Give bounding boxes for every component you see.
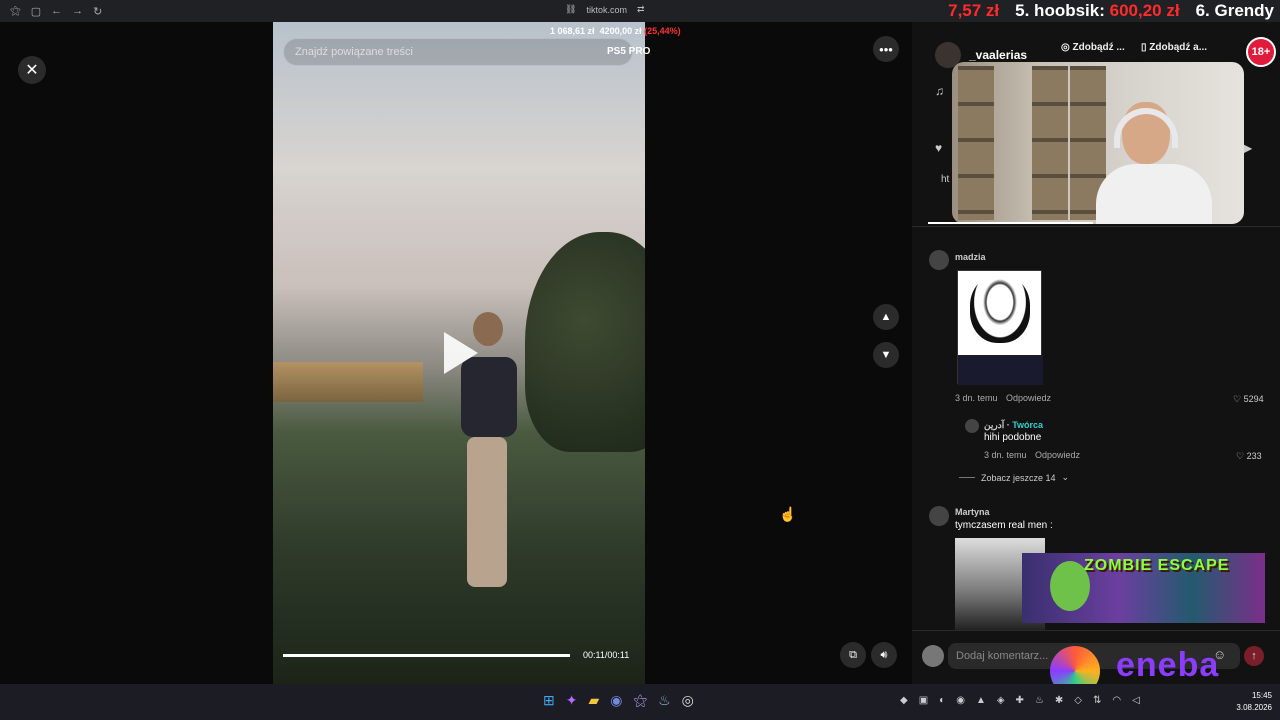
- like-button[interactable]: ♡ 233: [1236, 451, 1262, 462]
- obs-icon[interactable]: ◎: [682, 692, 694, 709]
- more-options-button[interactable]: •••: [873, 36, 899, 62]
- volume-button[interactable]: 🔊︎: [871, 642, 897, 668]
- close-icon: ✕: [25, 62, 39, 79]
- sidebar-toggle-icon[interactable]: ▢: [31, 5, 41, 18]
- search-input[interactable]: Znajdź powiązane treści: [283, 38, 633, 66]
- video-stage: ✕ Znajdź powiązane treści 1 068,61 zł 42…: [0, 22, 912, 684]
- chevron-up-icon: ▲: [880, 311, 892, 323]
- active-tab-indicator: [928, 222, 1093, 224]
- play-icon[interactable]: [444, 332, 478, 374]
- like-button[interactable]: ♡ 5294: [1233, 394, 1264, 405]
- hay-field: [273, 362, 423, 402]
- reply-button[interactable]: Odpowiedz: [1035, 450, 1080, 460]
- zombie-escape-banner: ZOMBIE ESCAPE: [1022, 553, 1265, 623]
- music-icon[interactable]: ♫: [935, 84, 944, 98]
- windows-start-icon[interactable]: ⊞: [543, 692, 555, 709]
- webcam-overlay: [952, 62, 1244, 224]
- wifi-icon[interactable]: ◠: [1112, 695, 1121, 706]
- next-video-button[interactable]: ▼: [873, 342, 899, 368]
- settings-icon[interactable]: ⇄: [637, 4, 645, 15]
- browser-icon[interactable]: ⚝: [633, 692, 647, 709]
- goal-label: PS5 PRO: [607, 46, 651, 57]
- forward-icon[interactable]: →: [72, 5, 83, 18]
- close-button[interactable]: ✕: [18, 56, 46, 84]
- link-text[interactable]: ht: [941, 174, 949, 185]
- heart-icon[interactable]: ♥: [935, 141, 942, 155]
- mouse-cursor-icon: ☝: [779, 506, 797, 522]
- see-more-replies[interactable]: Zobacz jeszcze 14 ⌄: [959, 472, 1069, 483]
- tray-icon[interactable]: ◇: [1074, 695, 1082, 706]
- heart-icon: ♡: [1236, 451, 1245, 461]
- reply-button[interactable]: Odpowiedz: [1006, 393, 1051, 403]
- phone-icon: ▯: [1141, 42, 1147, 53]
- avatar[interactable]: [929, 250, 949, 270]
- ticker-entry: 5. hoobsik: 600,20 zł: [1015, 1, 1180, 20]
- streamer: [1096, 102, 1212, 224]
- coin-icon: ◎: [1061, 42, 1070, 53]
- url-text[interactable]: tiktok.com: [586, 5, 627, 15]
- tree: [525, 232, 645, 452]
- avatar[interactable]: [965, 419, 979, 433]
- chevron-down-icon: ⌄: [1061, 472, 1070, 482]
- tray-icon[interactable]: ▲: [976, 695, 986, 706]
- tray-icon[interactable]: ◈: [997, 695, 1005, 706]
- avatar[interactable]: [922, 645, 944, 667]
- ticker-entry: 6. Grendy: [1195, 1, 1274, 20]
- divider: [912, 226, 1280, 227]
- comment-user[interactable]: madzia: [955, 252, 986, 262]
- comment-text: hihi podobne: [984, 432, 1042, 443]
- progress-fill: [283, 654, 570, 657]
- tray-icon[interactable]: ◐: [939, 695, 945, 706]
- comment-time: 3 dn. temu: [955, 393, 998, 403]
- age-badge: 18+: [1246, 37, 1276, 67]
- volume-icon[interactable]: ◁: [1132, 695, 1140, 706]
- file-explorer-icon[interactable]: ▰: [588, 692, 599, 709]
- arrow-up-icon: ↑: [1251, 650, 1257, 662]
- tray-icon[interactable]: ⇅: [1093, 695, 1101, 706]
- comment-text: tymczasem real men :: [955, 520, 1053, 531]
- progress-bar[interactable]: [283, 654, 570, 657]
- steam-icon[interactable]: ♨: [658, 692, 671, 709]
- author-name[interactable]: _vaalerias: [969, 48, 1027, 62]
- chevron-down-icon: ▼: [880, 349, 892, 361]
- tray-icon[interactable]: ◉: [956, 695, 965, 706]
- comment-image[interactable]: [957, 270, 1043, 385]
- tray-icon[interactable]: ✚: [1016, 695, 1024, 706]
- goal-overlay: 1 068,61 zł 4200,00 zł (25,44%): [550, 26, 681, 36]
- tray-icon[interactable]: ♨: [1035, 695, 1044, 706]
- clock-date: 3.08.2026: [1236, 703, 1272, 712]
- bluetooth-icon[interactable]: ✱: [1055, 695, 1063, 706]
- video-time: 00:11/00:11: [583, 650, 630, 660]
- back-icon[interactable]: ←: [51, 5, 62, 18]
- ticker-entry: 7,57 zł: [948, 1, 1000, 20]
- clock[interactable]: 15:45 3.08.2026: [1232, 690, 1272, 714]
- clock-time: 15:45: [1251, 691, 1272, 700]
- previous-video-button[interactable]: ▲: [873, 304, 899, 330]
- banner-title: ZOMBIE ESCAPE: [1084, 557, 1230, 574]
- taskbar: ⊞ ✦ ▰ ◉ ⚝ ♨ ◎ ◆ ▣ ◐ ◉ ▲ ◈ ✚ ♨ ✱ ◇ ⇅ ◠ ◁ …: [0, 684, 1280, 720]
- tray-icon[interactable]: ▣: [919, 695, 928, 706]
- more-icon: •••: [879, 41, 893, 57]
- chevron-right-icon[interactable]: ▶: [1243, 141, 1252, 155]
- get-app-button[interactable]: ▯ Zdobądź a...: [1141, 42, 1207, 53]
- get-button[interactable]: ◎ Zdobądź ...: [1061, 42, 1125, 53]
- comment-user[interactable]: آدرين · Twórca: [984, 420, 1043, 431]
- avatar[interactable]: [929, 506, 949, 526]
- comment-user[interactable]: Martyna: [955, 507, 990, 517]
- tray-icon[interactable]: ◆: [900, 695, 908, 706]
- pip-icon: ⧉: [849, 648, 857, 661]
- donation-ticker: 7,57 zł 5. hoobsik: 600,20 zł 6. Grendy: [948, 0, 1280, 22]
- heart-icon: ♡: [1233, 394, 1242, 404]
- reload-icon[interactable]: ↻: [93, 5, 102, 18]
- app-icon[interactable]: ✦: [566, 692, 578, 709]
- discord-icon[interactable]: ◉: [610, 692, 622, 709]
- link-icon[interactable]: ⛓: [565, 4, 576, 15]
- browser-menu-icon[interactable]: ⚝: [10, 5, 21, 18]
- comment-time: 3 dn. temu: [984, 450, 1027, 460]
- speaker-icon: 🔊︎: [880, 648, 888, 661]
- pip-button[interactable]: ⧉: [840, 642, 866, 668]
